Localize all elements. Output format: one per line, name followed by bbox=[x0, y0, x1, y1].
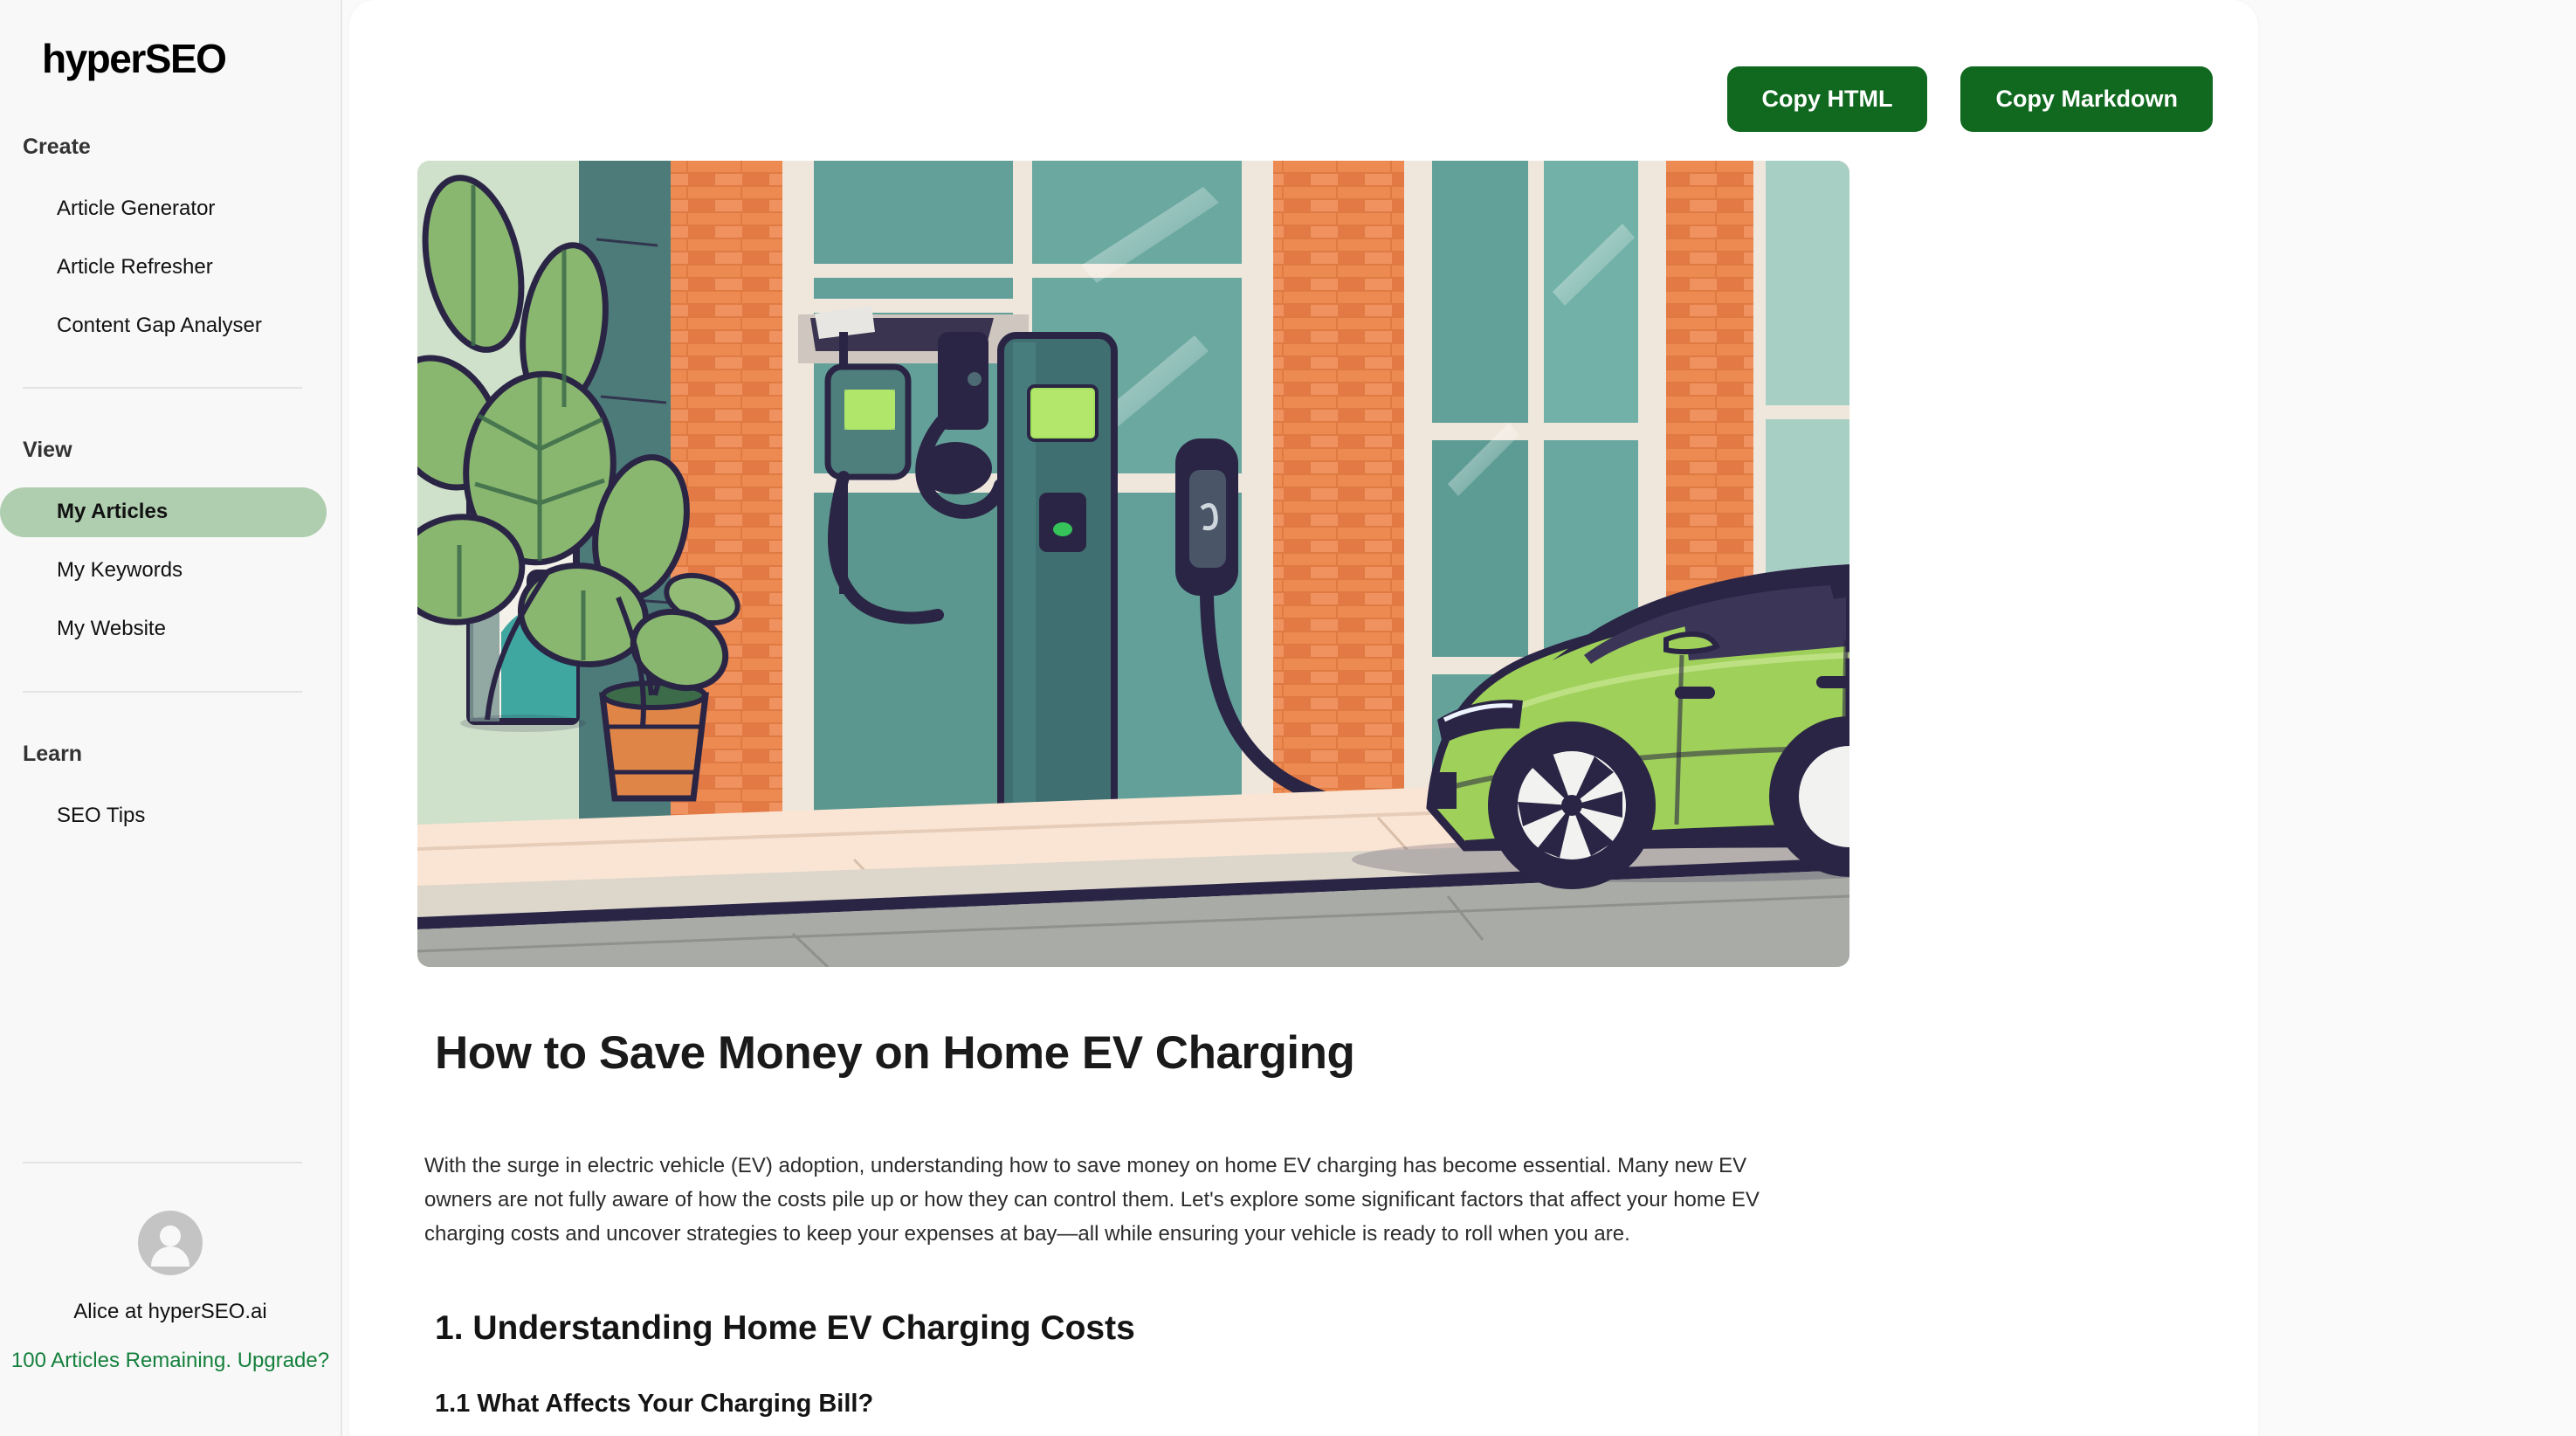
main-content: Copy HTML Copy Markdown How to Save Mone… bbox=[342, 0, 2576, 1436]
sidebar-item-my-articles[interactable]: My Articles bbox=[0, 487, 327, 538]
avatar-head-shape bbox=[160, 1225, 181, 1246]
article-intro-paragraph: With the surge in electric vehicle (EV) … bbox=[424, 1154, 1760, 1246]
sidebar-divider-2 bbox=[23, 690, 302, 693]
nav-group-title-view: View bbox=[23, 438, 72, 463]
nav-group-learn: Learn SEO Tips bbox=[0, 742, 341, 841]
sidebar-item-article-generator[interactable]: Article Generator bbox=[0, 184, 327, 234]
copy-markdown-button[interactable]: Copy Markdown bbox=[1960, 66, 2213, 132]
hero-illustration-svg bbox=[417, 161, 1849, 967]
nav-group-title-learn: Learn bbox=[23, 741, 83, 766]
nav-group-view: View My Articles My Keywords My Website bbox=[0, 438, 341, 693]
page-title: How to Save Money on Home EV Charging bbox=[435, 1027, 1355, 1079]
sidebar-item-my-website[interactable]: My Website bbox=[0, 604, 327, 654]
brand-logo[interactable]: hyperSEO bbox=[0, 0, 341, 82]
article-heading-1: 1. Understanding Home EV Charging Costs bbox=[435, 1308, 1135, 1347]
sidebar-item-seo-tips[interactable]: SEO Tips bbox=[0, 791, 327, 841]
sidebar-divider-3 bbox=[23, 1161, 302, 1163]
sidebar-item-content-gap-analyser[interactable]: Content Gap Analyser bbox=[0, 301, 327, 351]
app-root: hyperSEO Create Article Generator Articl… bbox=[0, 0, 2576, 1436]
sidebar-divider-1 bbox=[23, 387, 302, 390]
article-card: Copy HTML Copy Markdown How to Save Mone… bbox=[349, 0, 2258, 1436]
user-name-label: Alice at hyperSEO.ai bbox=[73, 1299, 267, 1323]
user-avatar-icon[interactable] bbox=[138, 1210, 203, 1275]
article-hero-image bbox=[417, 161, 1849, 967]
copy-actions-toolbar: Copy HTML Copy Markdown bbox=[1726, 66, 2213, 132]
sidebar-item-my-keywords[interactable]: My Keywords bbox=[0, 546, 327, 596]
credits-upgrade-link[interactable]: 100 Articles Remaining. Upgrade? bbox=[0, 1347, 341, 1375]
nav-group-create: Create Article Generator Article Refresh… bbox=[0, 135, 341, 390]
avatar-body-shape bbox=[151, 1246, 189, 1267]
sidebar-item-article-refresher[interactable]: Article Refresher bbox=[0, 243, 327, 293]
sidebar-footer: Alice at hyperSEO.ai 100 Articles Remain… bbox=[0, 1161, 341, 1375]
article-body: How to Save Money on Home EV Charging Wi… bbox=[424, 1026, 1849, 1419]
article-subheading-1-1: 1.1 What Affects Your Charging Bill? bbox=[435, 1389, 874, 1418]
sidebar: hyperSEO Create Article Generator Articl… bbox=[0, 0, 342, 1436]
nav-group-title-create: Create bbox=[23, 135, 91, 159]
copy-html-button[interactable]: Copy HTML bbox=[1726, 66, 1928, 132]
